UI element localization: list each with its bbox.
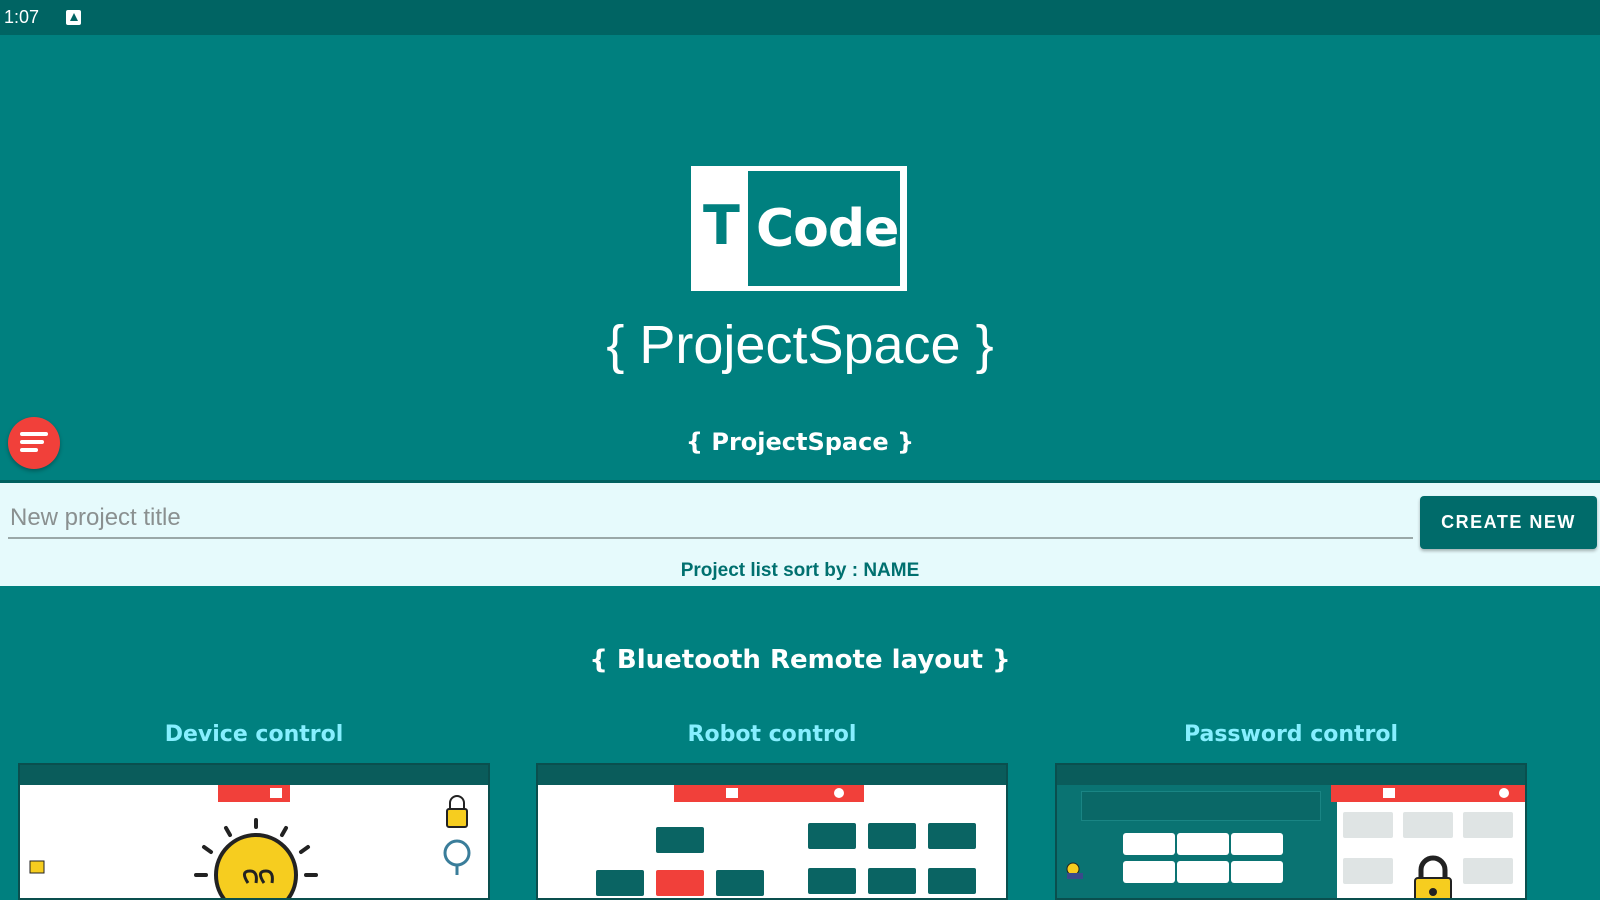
preview-stop-button xyxy=(656,870,704,896)
robot-control-card[interactable] xyxy=(536,763,1008,900)
status-bar: 1:07 xyxy=(0,0,1600,35)
card-red-strip xyxy=(674,785,864,802)
preview-right-button xyxy=(716,870,764,896)
preview-key-button xyxy=(868,823,916,849)
preview-forward-button xyxy=(656,827,704,853)
password-control-card[interactable] xyxy=(1055,763,1527,900)
card-red-strip xyxy=(1331,785,1525,802)
preview-key-button xyxy=(808,823,856,849)
card-header-bar xyxy=(538,765,1006,785)
preview-key-button xyxy=(928,868,976,894)
robot-control-title: Robot control xyxy=(687,722,857,747)
app-title: { ProjectSpace } xyxy=(606,315,994,375)
new-project-panel: CREATE NEW Project list sort by : NAME xyxy=(0,480,1600,586)
notification-icon xyxy=(66,10,81,25)
preview-password-field xyxy=(1081,791,1321,821)
padlock-preview-icon xyxy=(1414,855,1452,898)
bulb-preview-icon xyxy=(29,795,471,898)
sort-label[interactable]: Project list sort by : NAME xyxy=(0,560,1600,582)
logo-inner-box: Code xyxy=(748,171,900,286)
status-time: 1:07 xyxy=(4,7,40,27)
device-control-card[interactable] xyxy=(18,763,490,900)
user-preview-icon xyxy=(1066,862,1083,879)
tcode-logo: T Code xyxy=(691,166,907,291)
preview-key-button xyxy=(808,868,856,894)
preview-lock-panel xyxy=(1337,802,1525,898)
layout-section-title: { Bluetooth Remote layout } xyxy=(589,645,1011,675)
create-new-button[interactable]: CREATE NEW xyxy=(1420,496,1597,549)
logo-code-text: Code xyxy=(756,199,899,259)
project-section-title: { ProjectSpace } xyxy=(685,428,915,456)
logo-t-letter: T xyxy=(703,194,740,257)
project-title-input[interactable] xyxy=(8,499,1413,539)
preview-key-button xyxy=(868,868,916,894)
device-control-title: Device control xyxy=(164,722,344,747)
card-header-bar xyxy=(1057,765,1525,785)
password-control-title: Password control xyxy=(1183,722,1399,747)
preview-left-button xyxy=(596,870,644,896)
preview-key-button xyxy=(928,823,976,849)
